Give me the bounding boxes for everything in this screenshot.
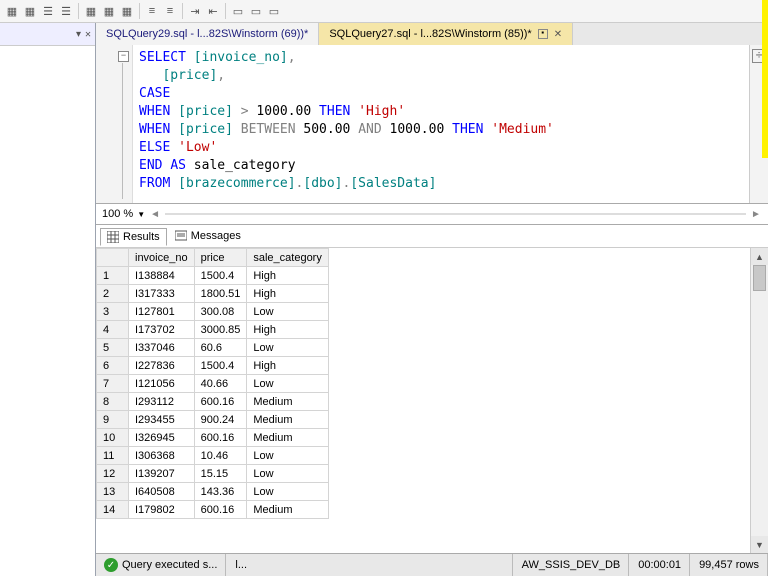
tb-icon[interactable]: ≡ — [144, 3, 160, 19]
close-icon[interactable]: ✕ — [554, 29, 562, 40]
tab-active[interactable]: SQLQuery27.sql - l...82S\Winstorm (85))*… — [319, 23, 573, 45]
results-tabstrip: Results Messages — [96, 225, 768, 248]
tb-icon[interactable]: ▦ — [119, 3, 135, 19]
table-row[interactable]: 8I293112600.16Medium — [97, 393, 329, 411]
grid-icon — [107, 231, 119, 243]
table-row[interactable]: 11I30636810.46Low — [97, 447, 329, 465]
tb-icon[interactable]: ≡ — [162, 3, 178, 19]
status-bar: ✓Query executed s... l... AW_SSIS_DEV_DB… — [96, 553, 768, 576]
results-grid[interactable]: invoice_nopricesale_category1I1388841500… — [96, 248, 750, 553]
tb-icon[interactable]: ▭ — [266, 3, 282, 19]
table-row[interactable]: 2I3173331800.51High — [97, 285, 329, 303]
table-row[interactable]: 14I179802600.16Medium — [97, 501, 329, 519]
table-row[interactable]: 10I326945600.16Medium — [97, 429, 329, 447]
tb-icon[interactable]: ▦ — [83, 3, 99, 19]
tab-results[interactable]: Results — [100, 228, 167, 246]
tb-icon[interactable]: ⇤ — [205, 3, 221, 19]
tb-icon[interactable]: ☰ — [58, 3, 74, 19]
scroll-left-icon[interactable]: ◄ — [149, 208, 161, 220]
status-rows: 99,457 rows — [691, 554, 768, 576]
tab-messages[interactable]: Messages — [169, 228, 247, 244]
tb-icon[interactable]: ▦ — [22, 3, 38, 19]
success-icon: ✓ — [104, 558, 118, 572]
column-header[interactable]: price — [194, 249, 247, 267]
status-exec: ✓Query executed s... — [96, 554, 226, 576]
tb-icon[interactable]: ▦ — [101, 3, 117, 19]
zoom-dropdown-icon[interactable]: ▼ — [137, 210, 145, 219]
status-db: AW_SSIS_DEV_DB — [514, 554, 630, 576]
table-row[interactable]: 13I640508143.36Low — [97, 483, 329, 501]
column-header[interactable]: invoice_no — [129, 249, 195, 267]
document-tabs: SQLQuery29.sql - l...82S\Winstorm (69))*… — [96, 23, 768, 45]
table-row[interactable]: 9I293455900.24Medium — [97, 411, 329, 429]
table-row[interactable]: 1I1388841500.4High — [97, 267, 329, 285]
change-indicator — [762, 0, 768, 158]
zoom-bar: 100 % ▼ ◄ ► — [96, 204, 768, 225]
tb-icon[interactable]: ▭ — [248, 3, 264, 19]
top-toolbar: ▦ ▦ ☰ ☰ ▦ ▦ ▦ ≡ ≡ ⇥ ⇤ ▭ ▭ ▭ — [0, 0, 768, 23]
pin-icon[interactable]: ▪ — [538, 29, 548, 39]
hscroll-track[interactable] — [165, 207, 746, 221]
tb-icon[interactable]: ▦ — [4, 3, 20, 19]
zoom-level[interactable]: 100 % — [102, 208, 133, 220]
tb-icon[interactable]: ▭ — [230, 3, 246, 19]
tb-icon[interactable]: ⇥ — [187, 3, 203, 19]
table-row[interactable]: 4I1737023000.85High — [97, 321, 329, 339]
table-row[interactable]: 12I13920715.15Low — [97, 465, 329, 483]
scroll-up-icon[interactable]: ▲ — [751, 248, 768, 265]
panel-header[interactable]: ▾✕ — [0, 23, 95, 46]
table-row[interactable]: 5I33704660.6Low — [97, 339, 329, 357]
table-row[interactable]: 3I127801300.08Low — [97, 303, 329, 321]
sql-editor[interactable]: − SELECT [invoice_no], [price],CASEWHEN … — [96, 45, 768, 204]
messages-icon — [175, 230, 187, 242]
status-time: 00:00:01 — [630, 554, 690, 576]
vscrollbar[interactable]: ▲ ▼ — [750, 248, 768, 553]
status-server: l... — [227, 554, 512, 576]
scroll-thumb[interactable] — [753, 265, 766, 291]
column-header[interactable]: sale_category — [247, 249, 329, 267]
scroll-down-icon[interactable]: ▼ — [751, 536, 768, 553]
editor-gutter: − — [96, 45, 133, 203]
tab-inactive[interactable]: SQLQuery29.sql - l...82S\Winstorm (69))* — [96, 23, 319, 45]
fold-icon[interactable]: − — [118, 51, 129, 62]
table-row[interactable]: 6I2278361500.4High — [97, 357, 329, 375]
tb-icon[interactable]: ☰ — [40, 3, 56, 19]
table-row[interactable]: 7I12105640.66Low — [97, 375, 329, 393]
side-panel: ▾✕ — [0, 23, 96, 576]
scroll-right-icon[interactable]: ► — [750, 208, 762, 220]
